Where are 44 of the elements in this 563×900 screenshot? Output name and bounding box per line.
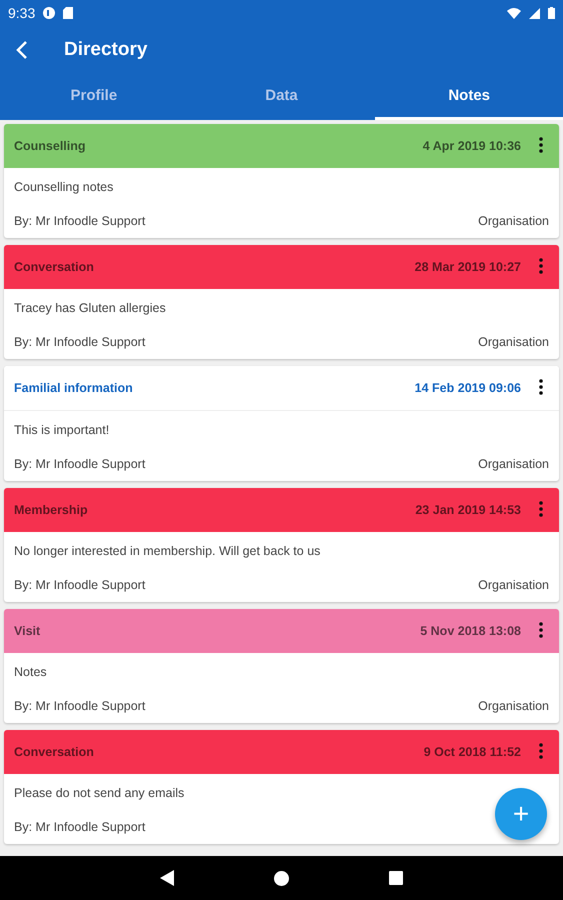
- note-card[interactable]: Conversation 28 Mar 2019 10:27 Tracey has Gluten allergies By: Mr Infoodle Support Organisation: [4, 245, 559, 359]
- note-text: Tracey has Gluten allergies: [14, 301, 166, 315]
- note-text: This is important!: [14, 423, 110, 437]
- note-scope: Organisation: [478, 699, 549, 713]
- note-scope: Organisation: [478, 214, 549, 228]
- note-scope: Organisation: [478, 457, 549, 471]
- note-scope: Organisation: [478, 335, 549, 349]
- note-scope: Organisation: [478, 578, 549, 592]
- note-date: 23 Jan 2019 14:53: [415, 503, 521, 517]
- status-time: 9:33: [8, 5, 36, 21]
- note-category: Conversation: [14, 745, 95, 759]
- note-author: By: Mr Infoodle Support: [14, 699, 146, 713]
- home-icon[interactable]: [274, 870, 289, 886]
- note-category: Visit: [14, 624, 42, 638]
- note-category: Membership: [14, 503, 89, 517]
- signal-icon: [529, 8, 540, 18]
- note-author: By: Mr Infoodle Support: [14, 820, 146, 834]
- note-category: Counselling: [14, 139, 87, 153]
- note-text: Notes: [14, 665, 47, 679]
- note-card[interactable]: Familial information 14 Feb 2019 09:06 This is important! By: Mr Infoodle Support Organisation: [4, 366, 559, 481]
- note-date: 14 Feb 2019 09:06: [414, 381, 521, 395]
- note-category: Familial information: [14, 381, 134, 395]
- wifi-icon: [507, 8, 521, 18]
- screen-title: Directory: [64, 39, 148, 61]
- note-date: 5 Nov 2018 13:08: [420, 624, 521, 638]
- notification-icon: [43, 7, 56, 19]
- note-author: By: Mr Infoodle Support: [14, 335, 146, 349]
- note-author: By: Mr Infoodle Support: [14, 457, 146, 471]
- note-date: 9 Oct 2018 11:52: [424, 745, 521, 759]
- battery-icon: [548, 7, 555, 19]
- note-card[interactable]: Visit 5 Nov 2018 13:08 Notes By: Mr Infoodle Support Organisation: [4, 609, 559, 723]
- note-text: Please do not send any emails: [14, 786, 184, 800]
- note-card[interactable]: Membership 23 Jan 2019 14:53 No longer interested in membership. Will get back to us By: Mr Infoodle Support Organisation: [4, 488, 559, 602]
- note-date: 4 Apr 2019 10:36: [422, 139, 521, 153]
- note-text: Counselling notes: [14, 180, 114, 194]
- note-author: By: Mr Infoodle Support: [14, 214, 146, 228]
- note-category: Conversation: [14, 260, 95, 274]
- note-date: 28 Mar 2019 10:27: [414, 260, 521, 274]
- back-icon[interactable]: [160, 870, 174, 886]
- tab[interactable]: Notes: [375, 74, 563, 120]
- note-text: No longer interested in membership. Will get back to us: [14, 544, 320, 558]
- note-card[interactable]: Counselling 4 Apr 2019 10:36 Counselling notes By: Mr Infoodle Support Organisation: [4, 124, 559, 238]
- sd-card-icon: [63, 7, 74, 19]
- note-author: By: Mr Infoodle Support: [14, 578, 146, 592]
